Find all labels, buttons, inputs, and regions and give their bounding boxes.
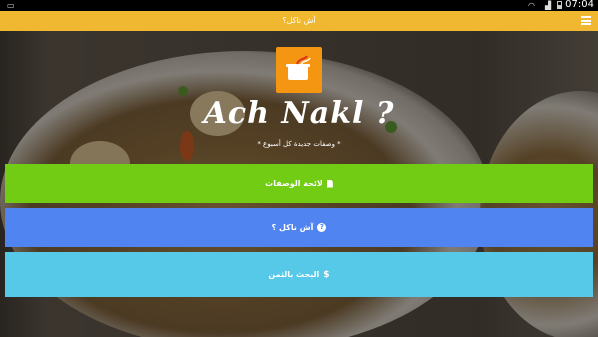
- signal-icon: ▟: [545, 1, 552, 10]
- dollar-icon: $: [323, 269, 330, 280]
- wifi-icon: ◠: [528, 1, 535, 10]
- brand-title: Ach Nakl ?: [203, 96, 395, 131]
- tagline: * وصفات جديدة كل أسبوع *: [257, 140, 341, 148]
- search-by-price-button[interactable]: البحث بالثمن $: [5, 252, 593, 297]
- status-bar: ▭ ◠ ▟ 07:04: [0, 0, 598, 11]
- app-logo: [276, 47, 322, 93]
- what-to-eat-label: آش ناكل ؟: [271, 223, 314, 232]
- status-time: 07:04: [565, 0, 594, 10]
- recipe-list-label: لائحة الوصفات: [265, 179, 323, 188]
- what-to-eat-button[interactable]: آش ناكل ؟ ?: [5, 208, 593, 247]
- recipe-list-button[interactable]: لائحة الوصفات: [5, 164, 593, 203]
- cooking-pot-icon: [286, 55, 311, 80]
- notification-icon: ▭: [7, 1, 15, 10]
- battery-icon: [557, 1, 562, 9]
- app-bar: آش ناكل؟: [0, 11, 598, 31]
- document-icon: [326, 179, 333, 188]
- question-circle-icon: ?: [317, 223, 327, 232]
- search-by-price-label: البحث بالثمن: [268, 270, 320, 279]
- app-title: آش ناكل؟: [282, 16, 316, 25]
- hamburger-menu-icon[interactable]: [581, 16, 591, 25]
